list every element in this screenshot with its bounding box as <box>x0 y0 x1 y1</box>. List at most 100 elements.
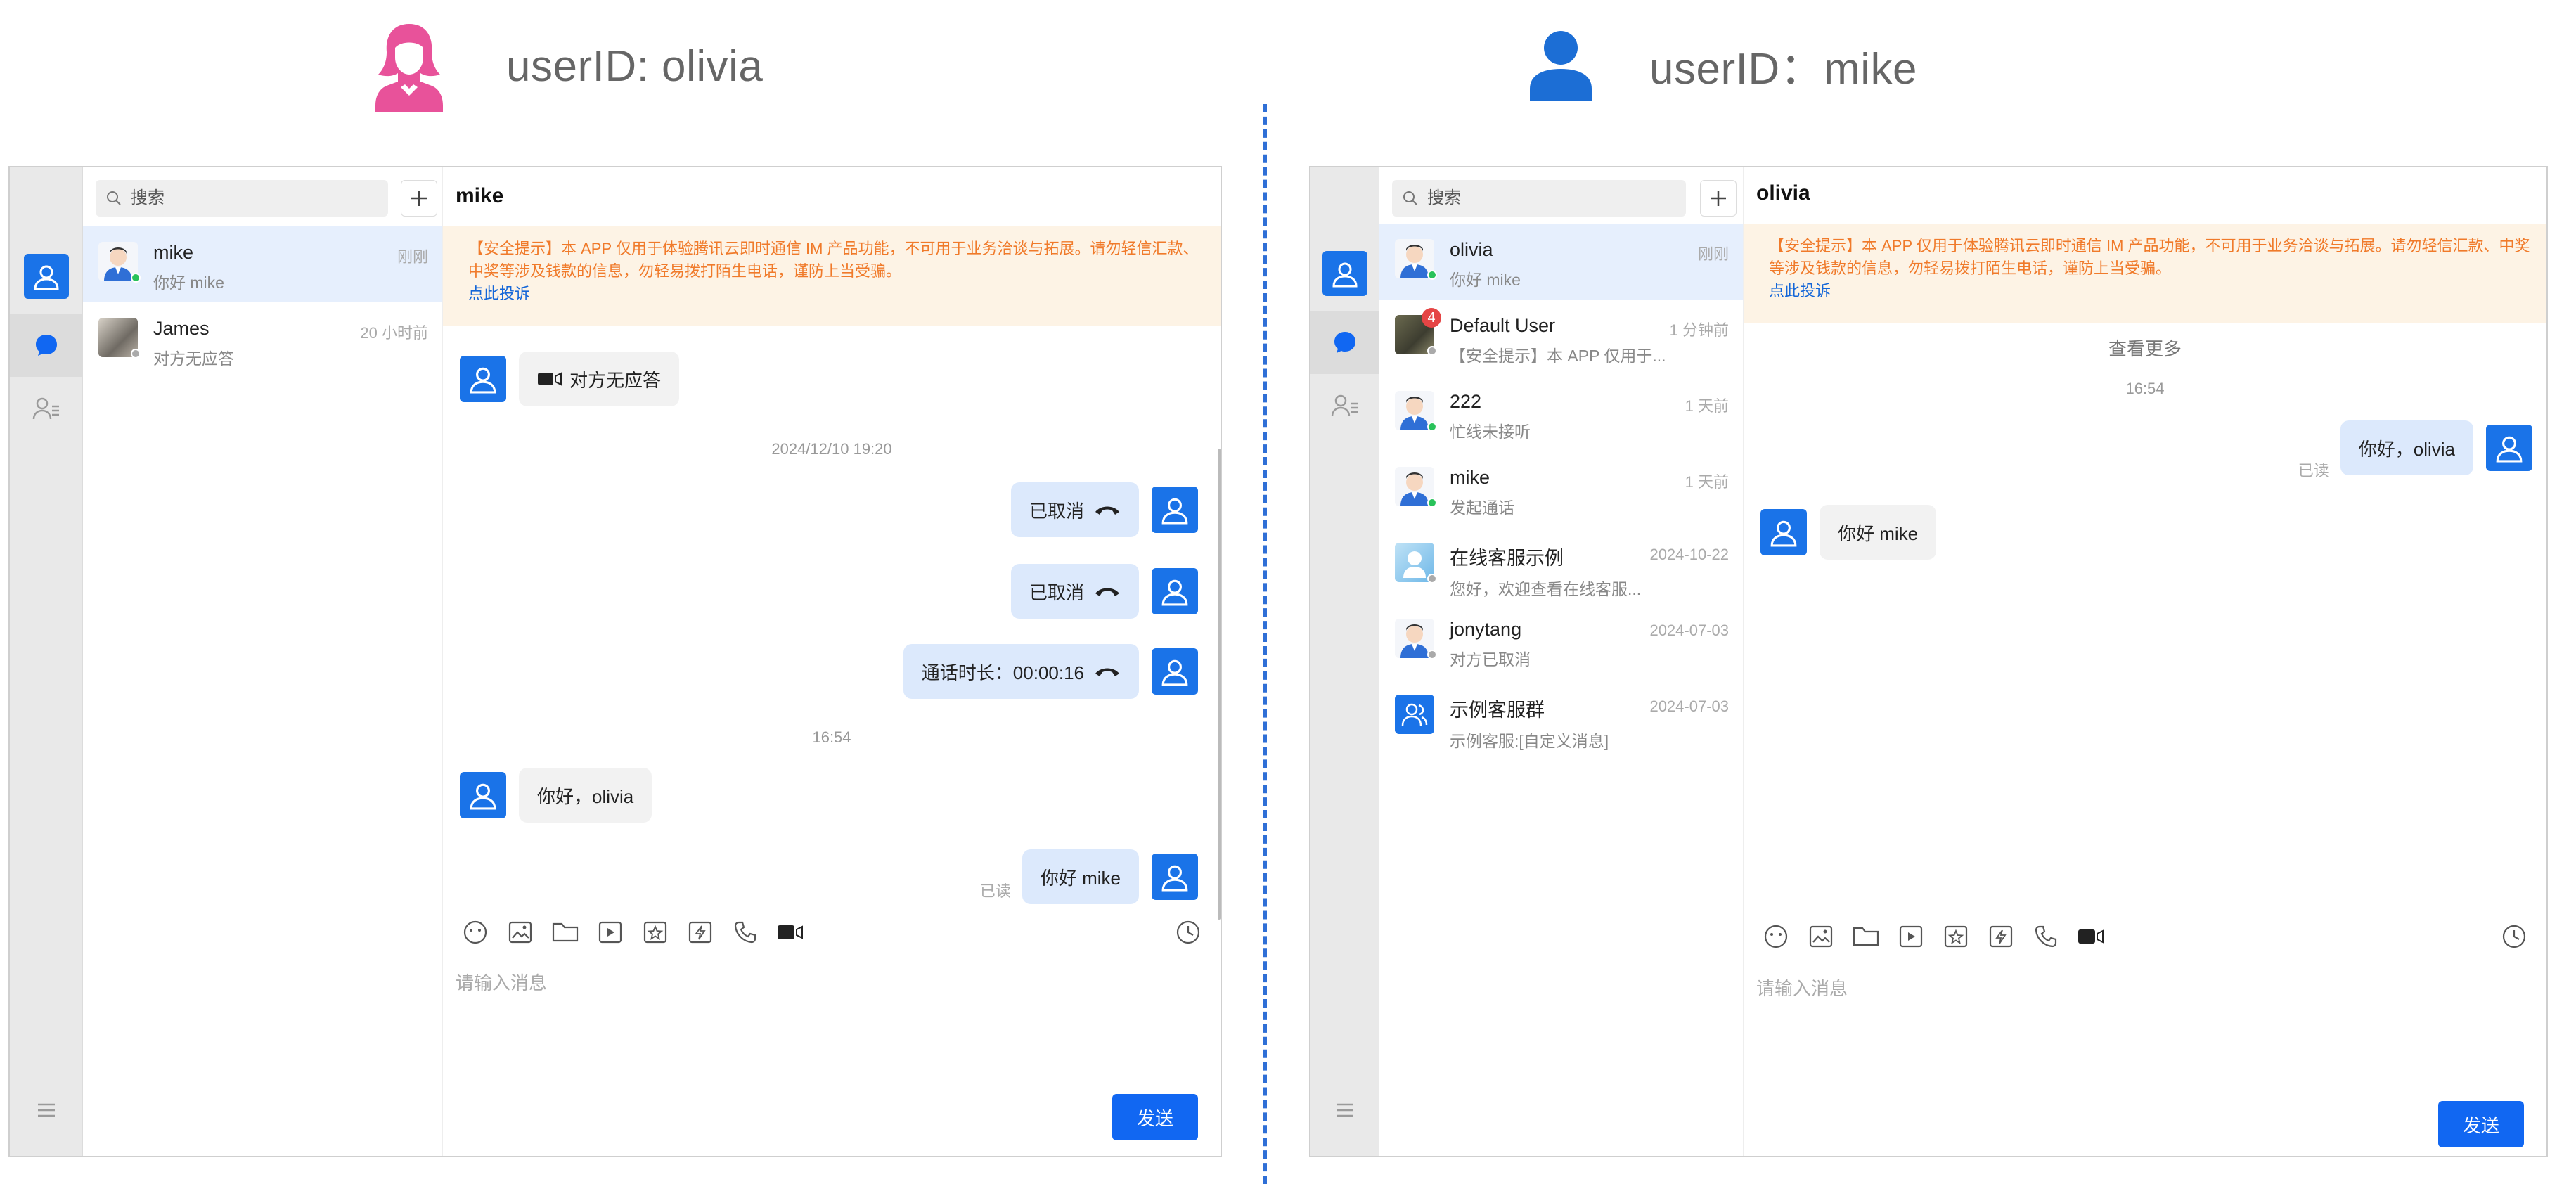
conversation-preview: 您好，欢迎查看在线客服... <box>1450 580 1642 598</box>
favorite-button[interactable] <box>1933 925 1978 948</box>
conversation-item-222[interactable]: 222 忙线未接听 1 天前 <box>1379 375 1743 451</box>
self-avatar[interactable] <box>2486 425 2532 471</box>
search-input[interactable] <box>131 188 370 208</box>
nav-contacts[interactable] <box>1310 374 1379 437</box>
emoji-icon <box>463 920 487 944</box>
self-avatar[interactable] <box>1152 648 1198 695</box>
conversation-name: mike <box>153 242 194 263</box>
chat-pane: olivia 【安全提示】本 APP 仅用于体验腾讯云即时通信 IM 产品功能，… <box>1744 167 2546 1156</box>
image-icon <box>1809 925 1833 948</box>
message-input[interactable] <box>1756 974 2534 1059</box>
search-input[interactable] <box>1427 188 1666 208</box>
search-box[interactable] <box>96 180 388 217</box>
load-more-link[interactable]: 查看更多 <box>1744 335 2546 361</box>
folder-button[interactable] <box>1843 925 1888 948</box>
chat-bubble-icon <box>36 335 57 356</box>
emoji-button[interactable] <box>453 920 498 945</box>
video-button[interactable] <box>1888 925 1933 948</box>
add-button[interactable] <box>1700 180 1737 217</box>
nav-profile[interactable] <box>1310 242 1379 305</box>
complaint-link[interactable]: 点此投诉 <box>468 283 1208 305</box>
complaint-link[interactable]: 点此投诉 <box>1769 280 2534 302</box>
search-icon <box>107 191 121 205</box>
image-button[interactable] <box>1798 924 1843 949</box>
nav-profile[interactable] <box>10 245 83 308</box>
star-icon <box>643 921 667 944</box>
chat-title: mike <box>456 184 504 207</box>
emoji-button[interactable] <box>1753 924 1798 949</box>
conversation-item-online-service[interactable]: 在线客服示例 您好，欢迎查看在线客服... 2024-10-22 <box>1379 527 1743 603</box>
sender-avatar[interactable] <box>1760 509 1807 555</box>
video-button[interactable] <box>588 920 633 944</box>
conversation-item-jonytang[interactable]: jonytang 对方已取消 2024-07-03 <box>1379 603 1743 679</box>
video-camera-icon <box>778 925 803 939</box>
send-button[interactable]: 发送 <box>1112 1094 1198 1140</box>
male-user-icon <box>1530 31 1592 101</box>
self-avatar[interactable] <box>1152 568 1198 614</box>
video-call-button[interactable] <box>2068 927 2113 946</box>
search-icon <box>1403 191 1417 205</box>
online-status-dot <box>1427 422 1437 432</box>
conversation-item-mike[interactable]: mike 发起通话 1 天前 <box>1379 451 1743 527</box>
quick-reply-button[interactable] <box>678 920 723 944</box>
conversation-item-james[interactable]: James 对方无应答 20 小时前 <box>83 302 442 378</box>
profile-avatar <box>24 254 69 299</box>
conversation-item-default-user[interactable]: 4 Default User 【安全提示】本 APP 仅用于... 1 分钟前 <box>1379 300 1743 375</box>
message-bubble[interactable]: 你好，olivia <box>519 768 652 823</box>
message-bubble[interactable]: 对方无应答 <box>519 352 680 406</box>
conversation-item-service-group[interactable]: 示例客服群 示例客服:[自定义消息] 2024-07-03 <box>1379 679 1743 755</box>
self-avatar[interactable] <box>1152 487 1198 533</box>
avatar <box>1395 467 1437 508</box>
add-button[interactable] <box>401 180 437 217</box>
history-button[interactable] <box>2492 924 2537 949</box>
message-bubble[interactable]: 已取消 <box>1010 564 1139 619</box>
search-box[interactable] <box>1392 180 1686 217</box>
conversation-time: 1 分钟前 <box>1669 321 1729 339</box>
voice-call-button[interactable] <box>2023 925 2068 948</box>
notice-text: 【安全提示】本 APP 仅用于体验腾讯云即时通信 IM 产品功能，不可用于业务洽… <box>1769 237 2530 277</box>
message-bubble[interactable]: 你好 mike <box>1022 849 1139 904</box>
folder-button[interactable] <box>543 921 588 944</box>
message-incoming: 对方无应答 <box>460 352 680 406</box>
right-user-label: userID：mike <box>1526 28 1917 101</box>
quick-reply-button[interactable] <box>1978 925 2023 948</box>
left-user-id: userID: olivia <box>506 41 764 91</box>
clock-icon <box>1176 920 1200 944</box>
message-outgoing: 已读 你好，olivia <box>2298 420 2532 480</box>
menu-button[interactable] <box>1310 1093 1379 1128</box>
conversation-item-mike[interactable]: mike 你好 mike 刚刚 <box>83 226 442 302</box>
conversation-name: olivia <box>1450 239 1493 260</box>
sender-avatar[interactable] <box>460 356 506 402</box>
emoji-icon <box>1764 925 1788 948</box>
notice-text: 【安全提示】本 APP 仅用于体验腾讯云即时通信 IM 产品功能，不可用于业务洽… <box>468 240 1199 280</box>
message-input[interactable] <box>456 969 1208 1053</box>
message-bubble[interactable]: 你好 mike <box>1820 505 1937 560</box>
send-button[interactable]: 发送 <box>2438 1101 2524 1147</box>
conversation-time: 1 天前 <box>1685 473 1729 491</box>
hangup-icon <box>1094 585 1121 598</box>
sender-avatar[interactable] <box>460 772 506 818</box>
conversation-preview: 【安全提示】本 APP 仅用于... <box>1450 347 1666 365</box>
message-bubble[interactable]: 你好，olivia <box>2340 420 2473 475</box>
avatar <box>1395 619 1437 659</box>
plus-icon <box>411 191 427 206</box>
nav-messages[interactable] <box>10 314 83 377</box>
nav-contacts[interactable] <box>10 377 83 440</box>
message-scrollbar[interactable] <box>1218 449 1221 920</box>
image-button[interactable] <box>498 920 543 945</box>
nav-messages[interactable] <box>1310 311 1379 374</box>
video-call-button[interactable] <box>768 923 813 941</box>
self-avatar[interactable] <box>1152 854 1198 900</box>
read-receipt: 已读 <box>979 882 1011 900</box>
message-bubble[interactable]: 通话时长：00:00:16 <box>903 644 1139 699</box>
voice-call-button[interactable] <box>723 920 768 944</box>
right-user-id: userID：mike <box>1649 45 1918 94</box>
time-divider: 16:54 <box>2125 380 2165 397</box>
conversation-time: 2024-07-03 <box>1649 697 1729 715</box>
message-bubble[interactable]: 已取消 <box>1010 482 1139 537</box>
video-file-icon <box>1899 925 1923 948</box>
favorite-button[interactable] <box>633 920 678 944</box>
menu-button[interactable] <box>10 1093 83 1128</box>
conversation-item-olivia[interactable]: olivia 你好 mike 刚刚 <box>1379 224 1743 300</box>
history-button[interactable] <box>1166 920 1211 945</box>
